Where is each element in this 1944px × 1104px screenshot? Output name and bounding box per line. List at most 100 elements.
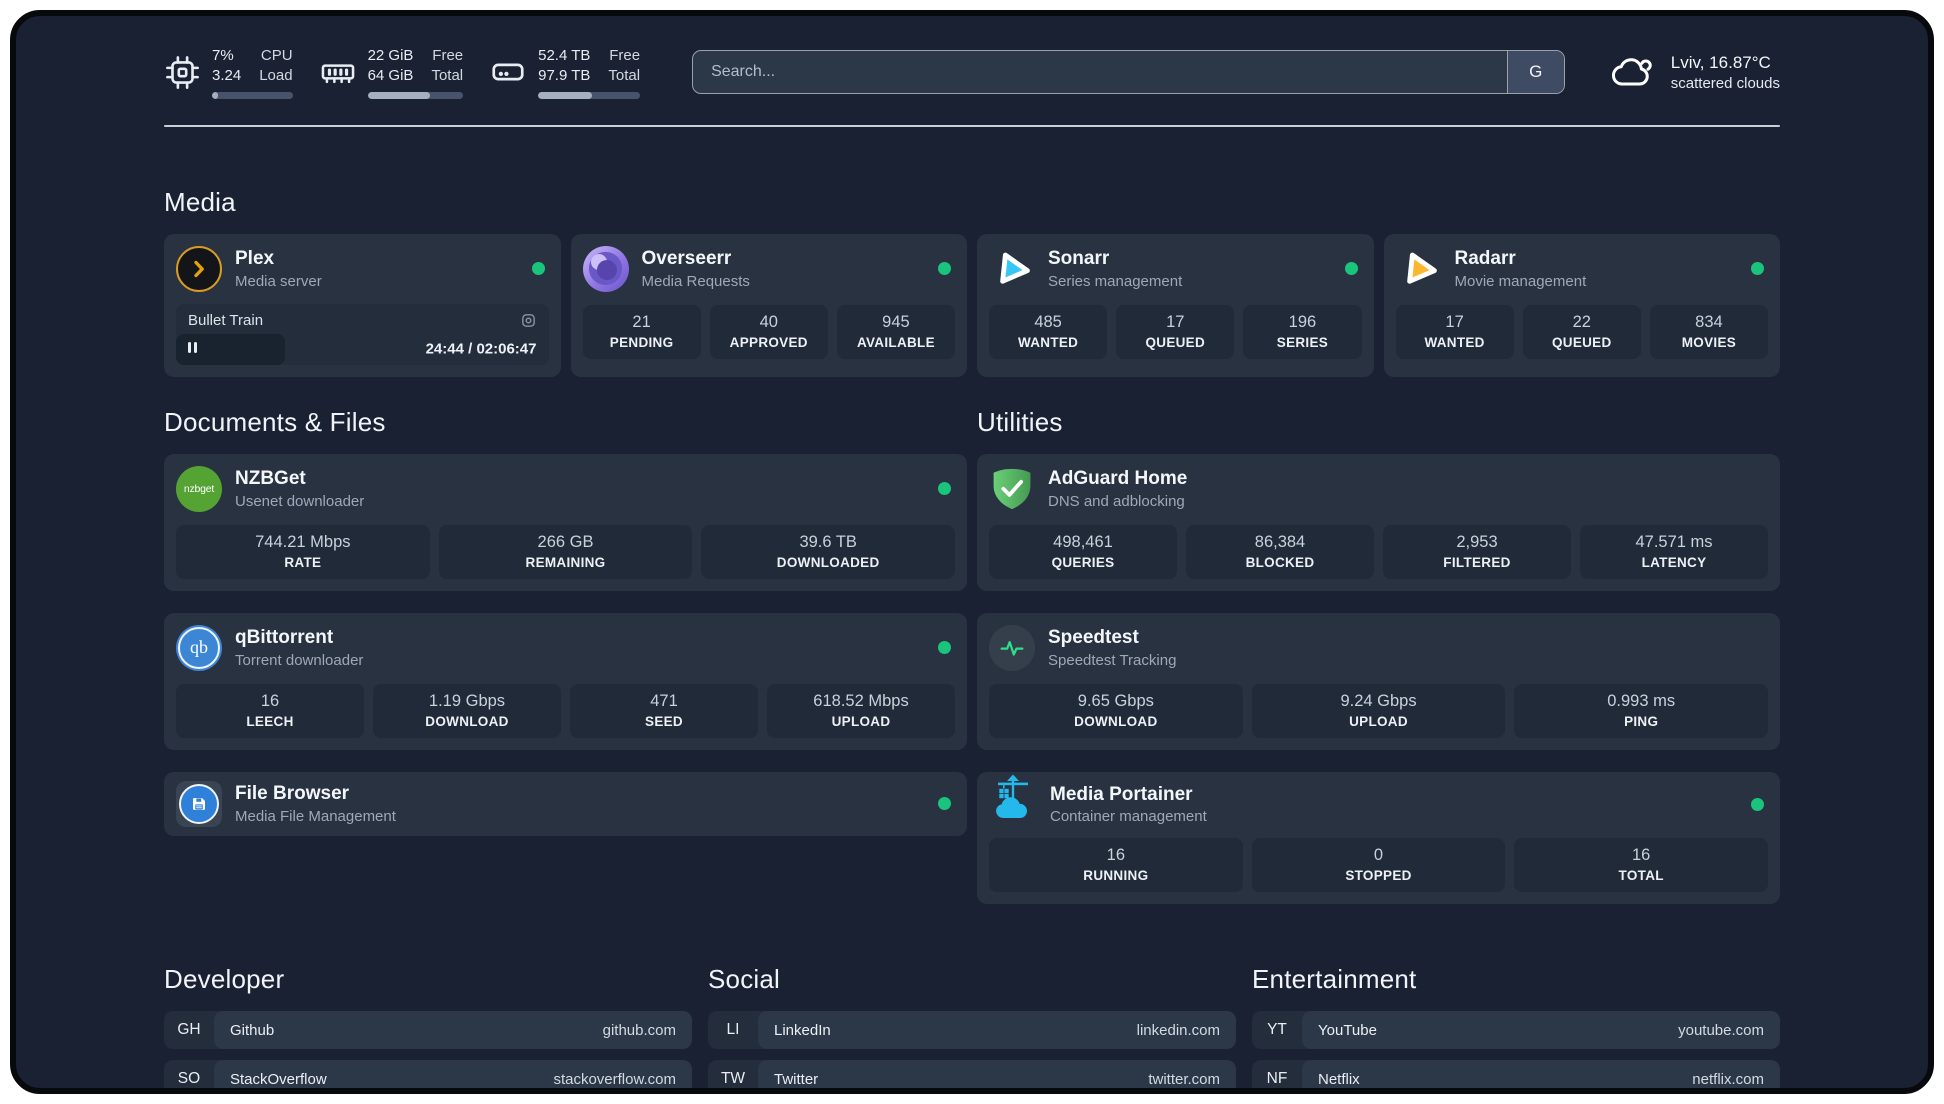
app-name: Plex [235,247,275,269]
adguard-card[interactable]: AdGuard Home DNS and adblocking 498,461 … [977,453,1780,591]
stat-label: RATE [284,554,322,570]
filebrowser-card[interactable]: File Browser Media File Management [164,771,967,836]
speedtest-card-titles: Speedtest Speedtest Tracking [1048,627,1768,669]
app-name: Media Portainer [1050,783,1193,805]
documents-card-stack: nzbget NZBGet Usenet downloader 744.21 M… [164,453,967,836]
playback-progress-chip[interactable] [176,333,285,365]
stat-tile-download: 9.65 Gbps DOWNLOAD [989,683,1243,738]
stat-label: AVAILABLE [856,334,935,350]
adguard-card-titles: AdGuard Home DNS and adblocking [1048,468,1768,510]
stat-tile-series: 196 SERIES [1243,304,1362,359]
stat-tile-leech: 16 LEECH [176,683,364,738]
bookmark-body: StackOverflow stackoverflow.com [214,1060,692,1088]
settings-icon[interactable] [520,312,537,329]
stat-tile-seed: 471 SEED [570,683,758,738]
radarr-card-titles: Radarr Movie management [1455,248,1739,290]
stat-label: LATENCY [1641,554,1707,570]
app-subtitle: Movie management [1454,272,1587,290]
media-section-title: Media [164,186,236,217]
bookmark-name: Github [230,1021,275,1039]
stat-label: STOPPED [1345,868,1412,884]
system-stats: 7% 3.24 CPU Load 22 GiB 64 GiB Free Tota… [164,46,641,99]
bookmark-row-netflix[interactable]: NF Netflix netflix.com [1252,1060,1780,1088]
bookmark-row-twitter[interactable]: TW Twitter twitter.com [708,1060,1236,1088]
stat-tile-ping: 0.993 ms PING [1514,683,1769,738]
entertainment-group: Entertainment YT YouTube youtube.com NF … [1252,964,1780,1088]
qbittorrent-card[interactable]: qb qBittorrent Torrent downloader 16 LEE… [164,612,967,750]
stat-tile-downloaded: 39.6 TB DOWNLOADED [701,524,956,579]
app-name: NZBGet [235,467,306,489]
adguard-shield-icon [993,468,1031,509]
social-group: Social LI LinkedIn linkedin.com TW Twitt… [708,964,1236,1088]
plex-card[interactable]: Plex Media server Bullet Train 24:44 / 0… [164,233,561,377]
sonarr-card[interactable]: Sonarr Series management 485 WANTED 17 Q… [977,233,1374,377]
app-subtitle: Media File Management [235,807,396,825]
bookmark-body: LinkedIn linkedin.com [758,1011,1236,1050]
stat-label: DOWNLOAD [1074,713,1158,729]
cpu-usage-label: CPU [260,47,293,64]
stat-tile-stopped: 0 STOPPED [1251,838,1506,893]
stat-tile-wanted: 485 WANTED [989,304,1108,359]
nzbget-card[interactable]: nzbget NZBGet Usenet downloader 744.21 M… [164,453,967,591]
bookmark-name: YouTube [1318,1021,1377,1039]
qbittorrent-icon-text: qb [190,637,208,658]
weather-condition: scattered clouds [1670,74,1780,92]
stat-label: WANTED [1017,334,1079,350]
search-engine-button[interactable]: G [1506,51,1564,94]
filebrowser-card-titles: File Browser Media File Management [235,783,925,825]
app-subtitle: Container management [1050,808,1207,826]
stat-label: DOWNLOADED [776,554,880,570]
bookmarks-section: Developer GH Github github.com SO StackO… [164,964,1780,1088]
status-online-dot [1751,262,1764,276]
qbittorrent-card-header: qb qBittorrent Torrent downloader [176,624,955,671]
bookmark-body: Github github.com [214,1011,692,1050]
playback-progress-row: 24:44 / 02:06:47 [176,333,549,365]
memory-progress-bar [367,91,464,99]
app-subtitle: Media server [235,272,322,290]
weather-text: Lviv, 16.87°C scattered clouds [1671,53,1780,92]
radarr-icon [1406,252,1437,284]
bookmark-row-youtube[interactable]: YT YouTube youtube.com [1252,1011,1780,1050]
cpu-usage-value: 7% [212,47,234,64]
cpu-labels: CPU Load [259,46,292,86]
stat-label: REMAINING [525,554,606,570]
stat-label: QUERIES [1051,554,1115,570]
stat-value: 17 [1445,312,1464,331]
sonarr-card-header: Sonarr Series management [989,246,1362,292]
sonarr-card-titles: Sonarr Series management [1048,248,1332,290]
status-online-dot [938,641,951,655]
memory-stat-body: 22 GiB 64 GiB Free Total [367,46,464,99]
bookmark-row-stackoverflow[interactable]: SO StackOverflow stackoverflow.com [164,1060,692,1088]
weather-widget: Lviv, 16.87°C scattered clouds [1609,48,1780,96]
radarr-card[interactable]: Radarr Movie management 17 WANTED 22 QUE… [1383,233,1780,377]
bookmark-body: YouTube youtube.com [1302,1011,1780,1050]
bookmark-body: Netflix netflix.com [1302,1060,1780,1088]
stat-label: MOVIES [1681,334,1737,350]
middle-columns: Documents & Files nzbget NZBGet Usenet d… [164,407,1780,905]
stat-value: 485 [1034,312,1062,331]
filebrowser-icon [176,780,222,827]
developer-section-title: Developer [164,964,285,995]
portainer-card[interactable]: Media Portainer Container management 16 … [977,771,1780,905]
stat-label: SERIES [1276,334,1329,350]
nzbget-icon: nzbget [176,465,222,512]
cpu-values: 7% 3.24 [212,46,241,86]
bookmark-row-github[interactable]: GH Github github.com [164,1011,692,1050]
stat-value: 39.6 TB [799,532,857,551]
stat-row: 9.65 Gbps DOWNLOAD 9.24 Gbps UPLOAD 0.99… [989,683,1769,738]
stat-tile-running: 16 RUNNING [989,838,1243,893]
bookmark-abbr: YT [1267,1021,1287,1039]
stat-value: 16 [1632,846,1651,865]
bookmark-name: Netflix [1318,1070,1360,1088]
stat-tile-queries: 498,461 QUERIES [989,524,1177,579]
stat-tile-wanted: 17 WANTED [1395,304,1514,359]
stat-value: 266 GB [537,532,594,551]
overseerr-card[interactable]: Overseerr Media Requests 21 PENDING 40 A… [570,233,967,377]
bookmark-row-linkedin[interactable]: LI LinkedIn linkedin.com [708,1011,1236,1050]
stat-tile-download: 1.19 Gbps DOWNLOAD [373,683,561,738]
speedtest-card[interactable]: Speedtest Speedtest Tracking 9.65 Gbps D… [977,612,1780,750]
stat-tile-queued: 17 QUEUED [1116,304,1235,359]
search-input[interactable] [693,51,1507,94]
stat-value: 471 [650,691,678,710]
pause-icon[interactable] [188,340,200,358]
